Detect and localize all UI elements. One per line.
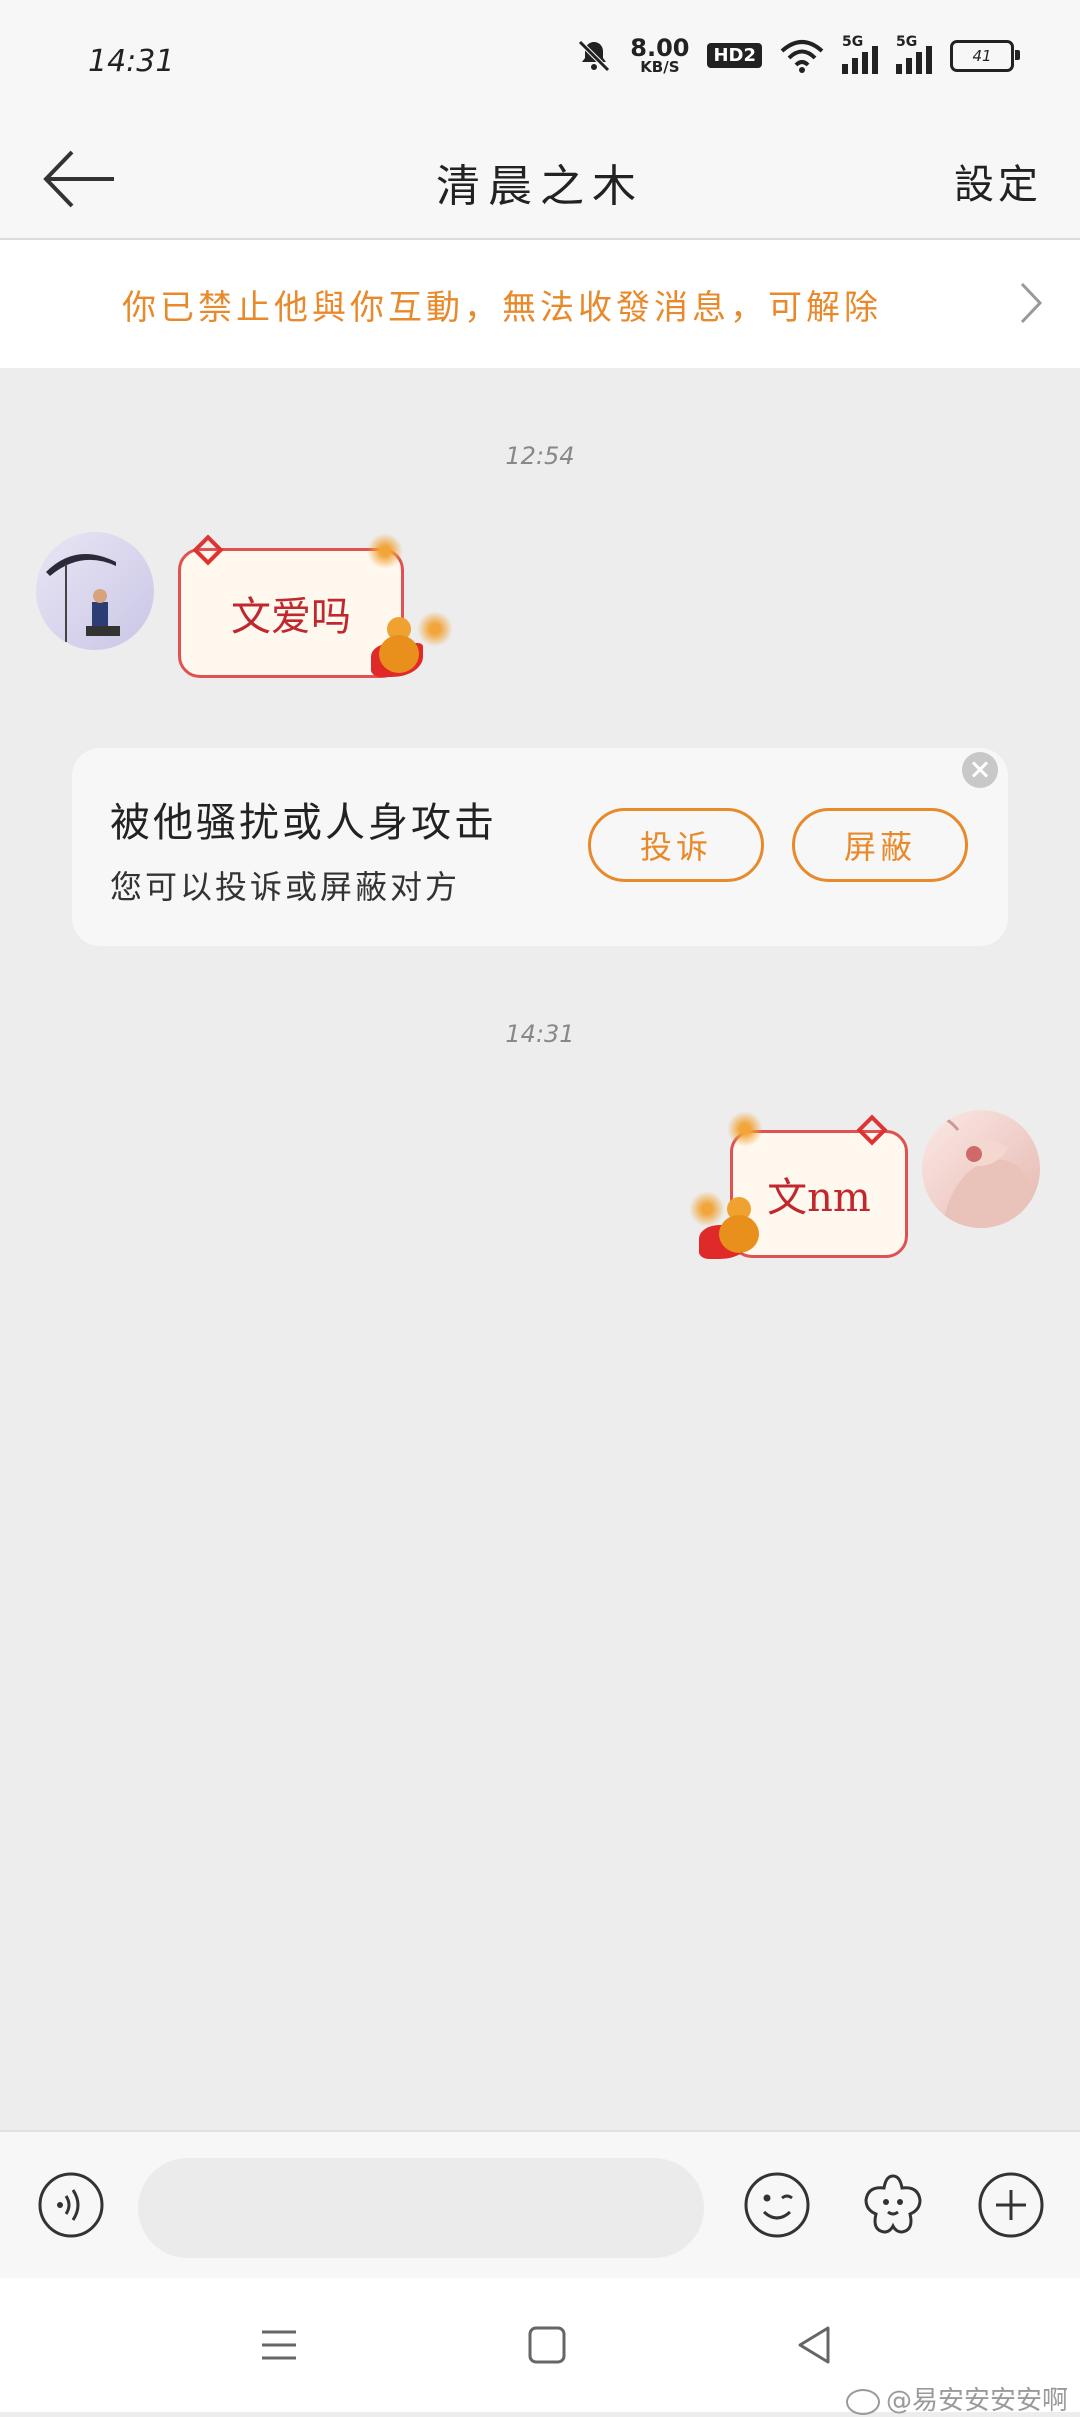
my-avatar[interactable] <box>922 1110 1040 1228</box>
message-input-bar <box>0 2130 1080 2280</box>
sim2-label: 5G <box>896 33 918 50</box>
status-bar: 14:31 8.00 KB/S HD2 5G 5G 41 <box>0 0 1080 120</box>
network-speed-value: 8.00 <box>630 34 690 62</box>
menu-icon[interactable] <box>254 2320 304 2370</box>
report-card-title: 被他骚扰或人身攻击 <box>110 800 497 846</box>
settings-button[interactable]: 設定 <box>954 152 1042 210</box>
chat-title: 清晨之木 <box>436 161 644 212</box>
block-button[interactable]: 屏蔽 <box>792 808 968 882</box>
report-card-subtitle: 您可以投诉或屏蔽对方 <box>110 868 461 906</box>
chat-header: 清晨之木 設定 <box>0 120 1080 240</box>
received-message-bubble[interactable]: 文爱吗 <box>178 533 453 678</box>
blocked-notice[interactable]: 你已禁止他與你互動，無法收發消息，可解除 <box>0 240 1080 368</box>
signal-sim2-icon: 5G <box>896 34 932 74</box>
wifi-icon <box>780 39 824 73</box>
signal-sim1-icon: 5G <box>842 34 878 74</box>
avatar-image <box>46 554 120 642</box>
watermark: @易安安安安啊 <box>845 2380 1068 2417</box>
emoji-icon[interactable] <box>742 2170 812 2240</box>
chinese-knot-icon <box>191 533 227 569</box>
received-message-text: 文爱吗 <box>231 594 351 640</box>
chevron-right-icon <box>1020 282 1043 324</box>
battery-level: 41 <box>972 46 992 65</box>
blocked-notice-text: 你已禁止他與你互動，無法收發消息，可解除 <box>122 288 882 328</box>
chinese-knot-icon <box>855 1113 891 1149</box>
avatar-image <box>925 1115 1040 1228</box>
plus-icon[interactable] <box>976 2170 1046 2240</box>
firework-icon <box>727 1111 763 1147</box>
back-triangle-icon[interactable] <box>790 2320 840 2370</box>
message-timestamp: 12:54 <box>505 442 575 470</box>
gourd-icon <box>717 1197 761 1253</box>
firework-icon <box>367 533 403 569</box>
message-input[interactable] <box>138 2158 704 2258</box>
home-icon[interactable] <box>522 2320 572 2370</box>
weibo-icon <box>845 2388 880 2415</box>
complain-button[interactable]: 投诉 <box>588 808 764 882</box>
firework-icon <box>417 611 453 647</box>
sim1-label: 5G <box>842 33 864 50</box>
gourd-icon <box>377 617 421 673</box>
network-speed: 8.00 KB/S <box>630 36 689 75</box>
sent-message-bubble[interactable]: 文nm <box>689 1111 908 1259</box>
contact-avatar[interactable] <box>36 532 154 650</box>
harassment-report-card: 被他骚扰或人身攻击 您可以投诉或屏蔽对方 投诉 屏蔽 <box>72 748 1008 946</box>
hd-badge: HD2 <box>707 43 762 68</box>
close-icon[interactable] <box>962 752 998 788</box>
battery-icon: 41 <box>950 39 1020 72</box>
network-speed-unit: KB/S <box>640 58 680 76</box>
sticker-icon[interactable] <box>858 2170 928 2240</box>
sent-message-text: 文nm <box>767 1175 871 1221</box>
voice-icon[interactable] <box>36 2170 106 2240</box>
mute-bell-icon <box>578 39 611 72</box>
message-timestamp: 14:31 <box>505 1020 575 1048</box>
status-icons: 8.00 KB/S HD2 5G 5G 41 <box>576 34 1020 75</box>
status-time: 14:31 <box>88 44 175 79</box>
